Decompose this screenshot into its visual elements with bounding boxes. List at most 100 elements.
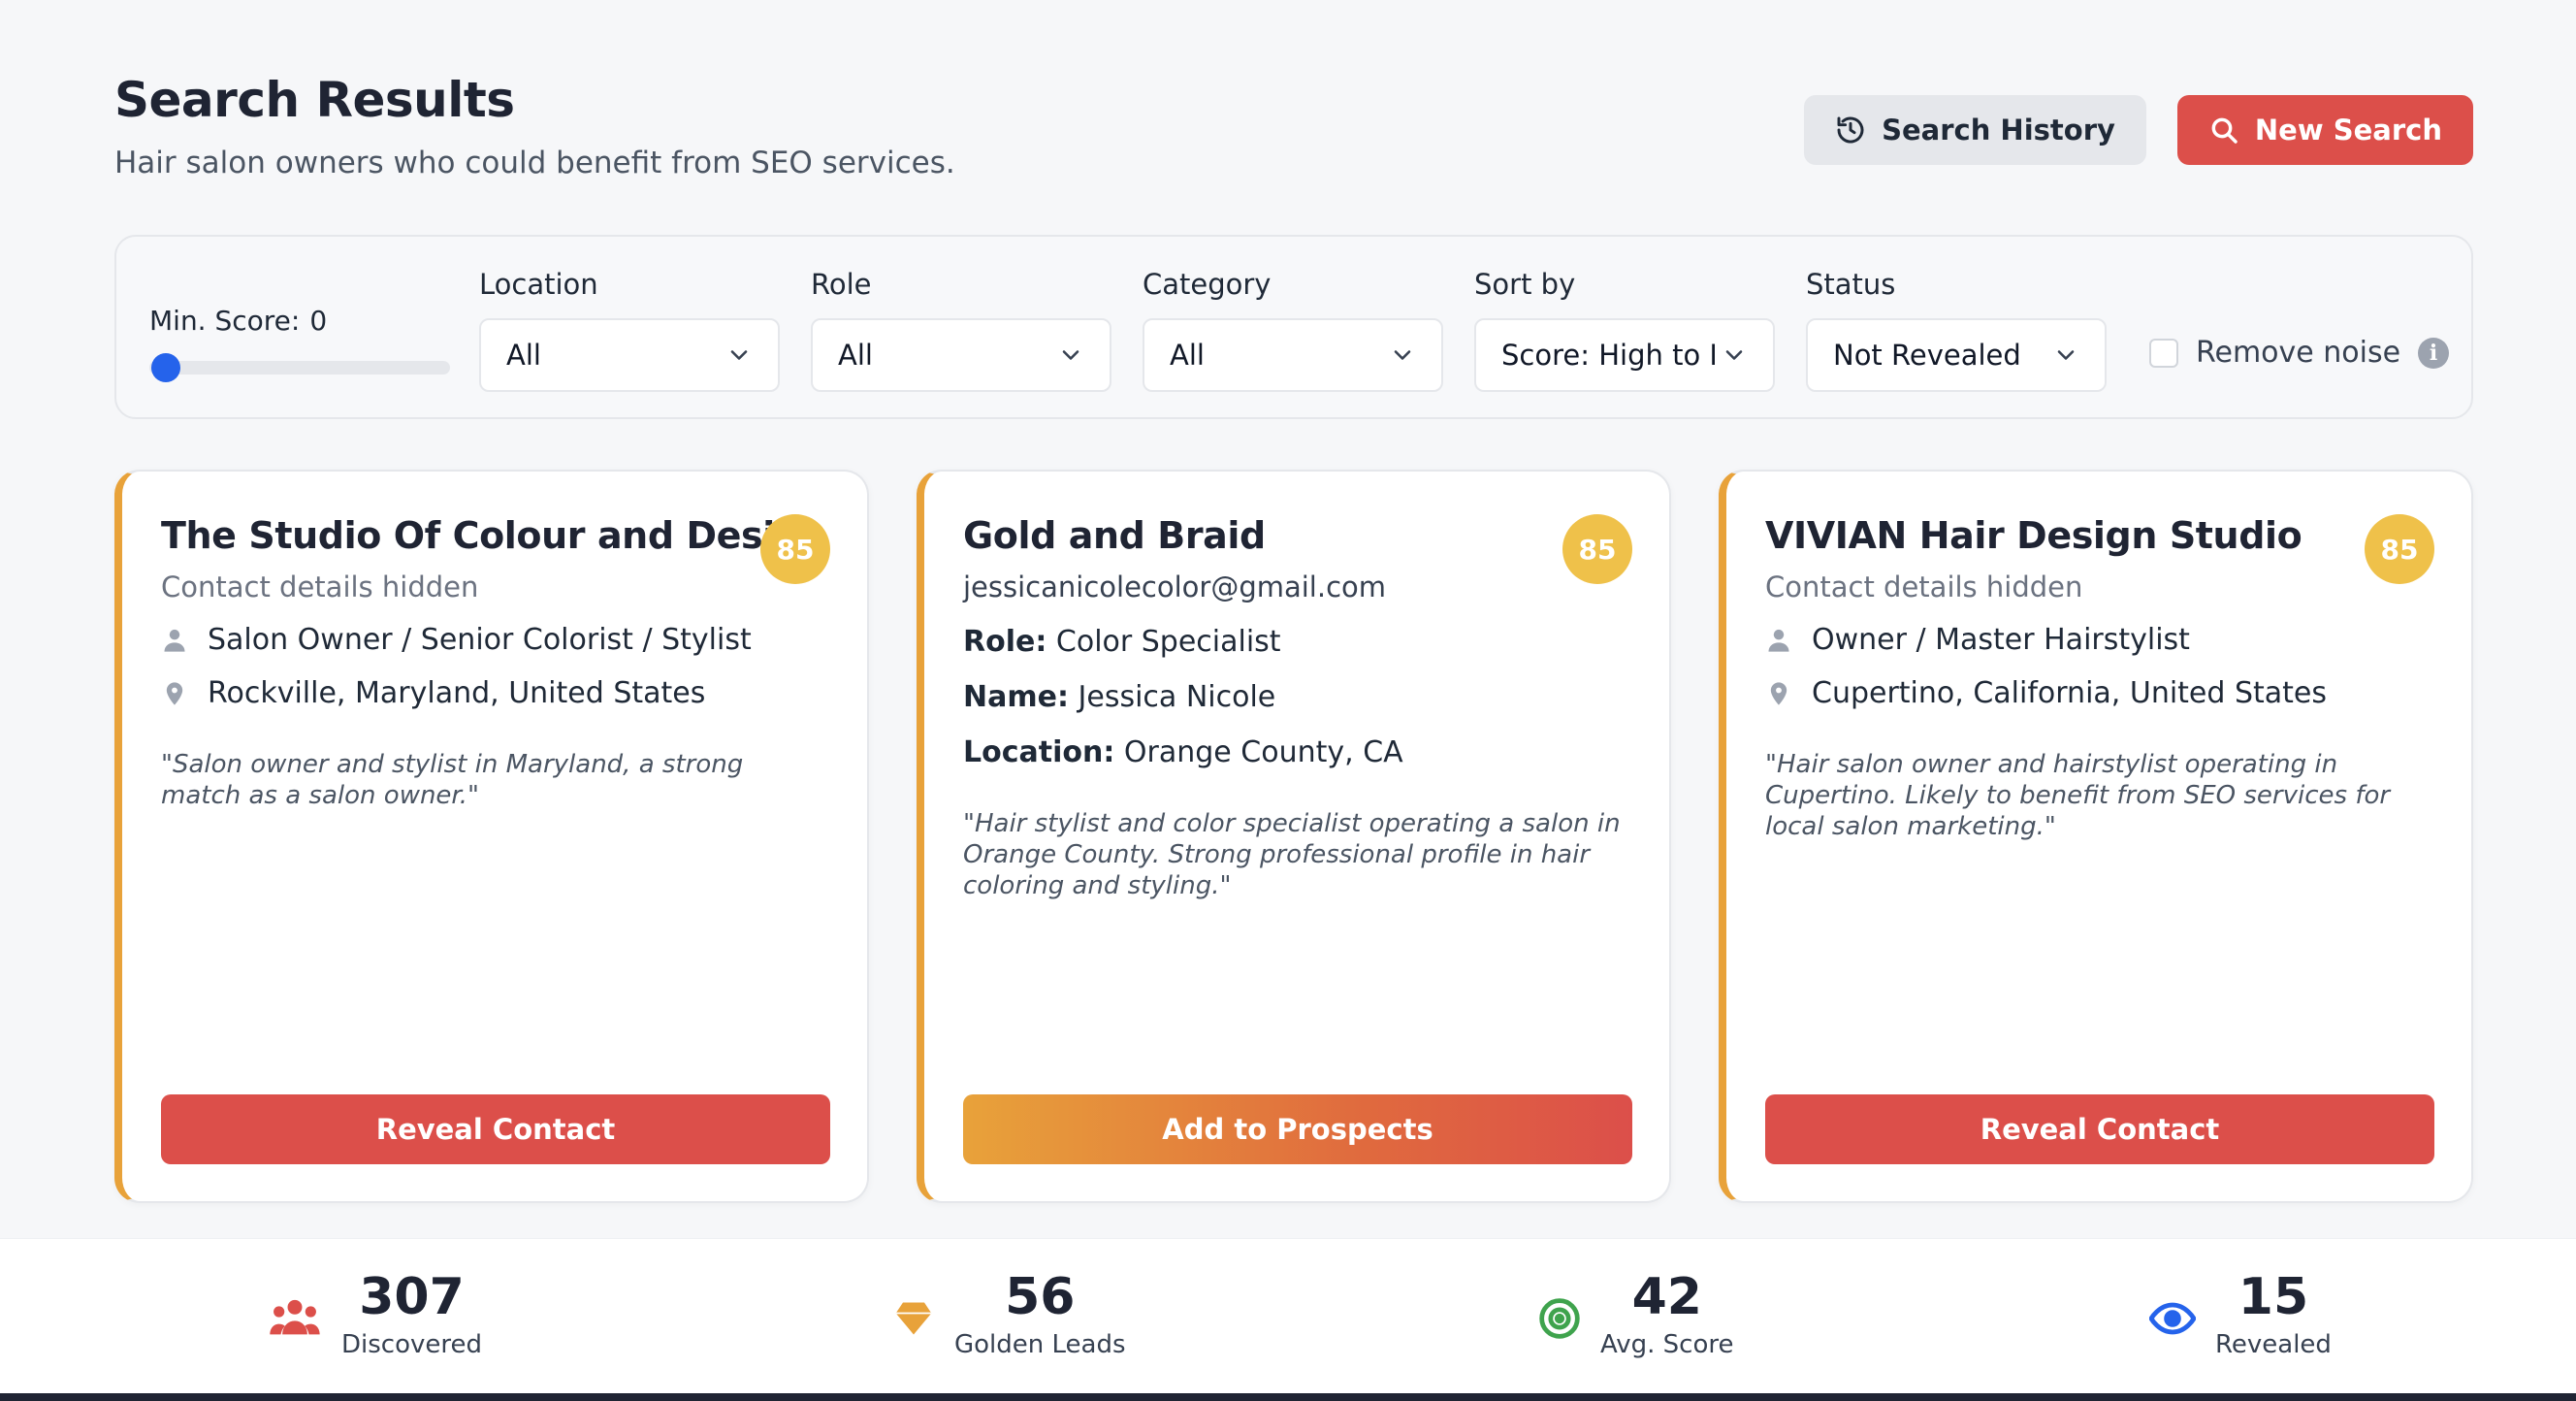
chevron-down-icon [730,350,748,360]
lead-summary: "Salon owner and stylist in Maryland, a … [161,750,744,810]
stat-value: 15 [2238,1268,2309,1326]
location-text: Cupertino, California, United States [1812,676,2328,710]
filter-bar: Min. Score: 0 Location All Role All Cate… [114,235,2473,419]
role-value: All [838,339,873,372]
location-row: Cupertino, California, United States [1765,676,2434,710]
role-label: Role [811,268,872,301]
status-filter: Status Not Revealed [1806,268,2109,392]
chevron-down-icon [2057,350,2075,360]
person-icon [1768,629,1789,652]
role-row: Salon Owner / Senior Colorist / Stylist [161,623,830,657]
stat-label: Revealed [2215,1330,2332,1359]
location-row: Rockville, Maryland, United States [161,676,830,710]
contact-status: Contact details hidden [1765,570,2083,603]
sort-value: Score: High to L [1501,339,1715,372]
location-filter: Location All [479,268,782,392]
min-score-filter: Min. Score: 0 [149,305,450,337]
role-text: Owner / Master Hairstylist [1812,623,2190,657]
search-history-button[interactable]: Search History [1804,95,2146,165]
search-icon [2211,117,2238,144]
lead-card: The Studio Of Colour and Design 85 Conta… [114,470,869,1203]
contact-status: Contact details hidden [161,570,479,603]
min-score-label: Min. Score: 0 [149,305,450,337]
location-text: Orange County, CA [1123,735,1403,769]
stat-label: Golden Leads [954,1330,1126,1359]
name-text: Jessica Nicole [1078,680,1276,714]
lead-summary: "Hair salon owner and hairstylist operat… [1765,750,2391,841]
location-select[interactable]: All [479,318,780,392]
chevron-down-icon [1062,350,1079,360]
stats-bar: 307 Discovered 56 Golden Leads 42 Avg. S… [0,1238,2576,1393]
min-score-text: Min. Score: [149,305,301,337]
category-label: Category [1143,268,1272,301]
new-search-label: New Search [2254,114,2442,147]
reveal-contact-button[interactable]: Reveal Contact [161,1094,830,1164]
card-title: VIVIAN Hair Design Studio [1765,514,2302,557]
role-filter: Role All [811,268,1113,392]
remove-noise-checkbox[interactable] [2149,338,2178,368]
target-icon [1539,1298,1580,1339]
reveal-contact-button[interactable]: Reveal Contact [1765,1094,2434,1164]
add-to-prospects-button[interactable]: Add to Prospects [963,1094,1632,1164]
score-badge: 85 [1562,514,1632,584]
remove-noise-toggle: Remove noise i [2149,336,2450,370]
sort-filter: Sort by Score: High to L [1474,268,1777,392]
role-key: Role: [963,625,1047,659]
card-title: Gold and Braid [963,514,1266,557]
name-key: Name: [963,680,1069,714]
slider-thumb[interactable] [151,353,180,382]
person-icon [164,629,185,652]
sort-label: Sort by [1474,268,1576,301]
score-badge: 85 [2365,514,2434,584]
location-text: Rockville, Maryland, United States [208,676,706,710]
card-title: The Studio Of Colour and Design [161,514,827,557]
stat-value: 56 [1005,1268,1076,1326]
min-score-slider[interactable] [149,353,450,382]
role-text: Salon Owner / Senior Colorist / Stylist [208,623,752,657]
stat-golden-leads: 56 Golden Leads [892,1268,1126,1359]
sort-select[interactable]: Score: High to L [1474,318,1775,392]
role-select[interactable]: All [811,318,1111,392]
page-header: Search Results Hair salon owners who cou… [114,72,2473,198]
category-value: All [1170,339,1205,372]
score-badge: 85 [760,514,830,584]
category-select[interactable]: All [1143,318,1443,392]
contact-email[interactable]: jessicanicolecolor@gmail.com [963,570,1632,603]
remove-noise-label: Remove noise [2196,336,2401,370]
status-select[interactable]: Not Revealed [1806,318,2107,392]
location-pin-icon [166,681,183,705]
search-history-label: Search History [1882,114,2115,147]
location-row: Location: Orange County, CA [963,735,1632,769]
chevron-down-icon [1394,350,1411,360]
name-row: Name: Jessica Nicole [963,680,1632,714]
role-text: Color Specialist [1055,625,1281,659]
stat-revealed: 15 Revealed [2149,1268,2332,1359]
min-score-value: 0 [309,305,328,337]
stat-discovered: 307 Discovered [268,1268,482,1359]
stat-label: Avg. Score [1600,1330,1734,1359]
stat-value: 42 [1631,1268,1702,1326]
diamond-icon [895,1302,932,1335]
chevron-down-icon [1725,350,1743,360]
users-icon [270,1299,320,1335]
location-value: All [506,339,541,372]
info-icon[interactable]: i [2418,337,2450,369]
status-value: Not Revealed [1833,339,2021,372]
status-label: Status [1806,268,1896,301]
lead-summary: "Hair stylist and color specialist opera… [963,809,1621,900]
bottom-edge [0,1393,2576,1401]
new-search-button[interactable]: New Search [2176,95,2473,165]
lead-card: Gold and Braid 85 jessicanicolecolor@gma… [917,470,1671,1203]
stat-avg-score: 42 Avg. Score [1538,1268,1734,1359]
location-pin-icon [1770,681,1787,705]
eye-icon [2149,1302,2196,1335]
location-label: Location [479,268,598,301]
stat-value: 307 [359,1268,465,1326]
category-filter: Category All [1143,268,1445,392]
stat-label: Discovered [341,1330,482,1359]
location-key: Location: [963,735,1115,769]
role-row: Role: Color Specialist [963,625,1632,659]
role-row: Owner / Master Hairstylist [1765,623,2434,657]
header-actions: Search History New Search [1804,95,2473,165]
lead-card: VIVIAN Hair Design Studio 85 Contact det… [1719,470,2473,1203]
